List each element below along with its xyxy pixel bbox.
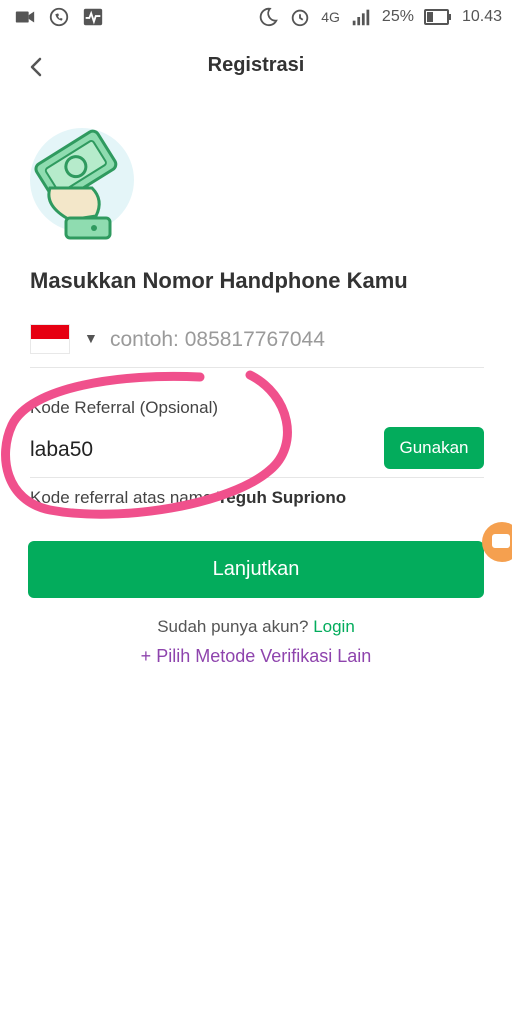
- battery-percent: 25%: [381, 8, 414, 25]
- referral-owner-info: Kode referral atas nama Teguh Supriono: [30, 488, 346, 508]
- page-title: Registrasi: [207, 54, 305, 76]
- whatsapp-icon: [49, 7, 69, 27]
- login-link[interactable]: Login: [313, 617, 355, 636]
- app-header: Registrasi: [0, 44, 512, 90]
- battery-icon: [423, 9, 451, 25]
- phone-number-input[interactable]: [110, 322, 470, 358]
- clock-time: 10.43: [461, 8, 502, 25]
- status-bar: 4G 25% 10.43: [0, 0, 512, 34]
- signal-icon: [352, 9, 370, 26]
- plus-icon: +: [140, 646, 152, 666]
- apply-referral-button[interactable]: Gunakan: [384, 427, 484, 469]
- phone-money-illustration-icon: [30, 128, 134, 240]
- alt-verification-link[interactable]: + Pilih Metode Verifikasi Lain: [0, 646, 512, 667]
- alt-verification-label: Pilih Metode Verifikasi Lain: [156, 646, 372, 666]
- country-dropdown-caret-icon[interactable]: ▼: [84, 330, 98, 346]
- referral-code-input[interactable]: [30, 432, 360, 468]
- video-camera-icon: [15, 11, 35, 23]
- referral-info-prefix: Kode referral atas nama: [30, 488, 213, 507]
- referral-row: Gunakan: [30, 426, 484, 478]
- phone-number-row: ▼: [30, 318, 484, 368]
- has-account-text: Sudah punya akun?: [157, 617, 309, 636]
- referral-label: Kode Referral (Opsional): [30, 398, 219, 417]
- continue-button[interactable]: Lanjutkan: [28, 541, 484, 598]
- alarm-clock-icon: [291, 9, 309, 27]
- activity-monitor-icon: [83, 8, 103, 26]
- login-prompt: Sudah punya akun? Login: [0, 617, 512, 637]
- referral-owner-name: Teguh Supriono: [217, 488, 347, 507]
- moon-alarm-icon: [259, 7, 279, 27]
- indonesia-flag-icon[interactable]: [30, 324, 70, 354]
- phone-heading: Masukkan Nomor Handphone Kamu: [30, 268, 408, 293]
- floating-video-icon[interactable]: [482, 522, 512, 562]
- network-type: 4G: [321, 9, 340, 25]
